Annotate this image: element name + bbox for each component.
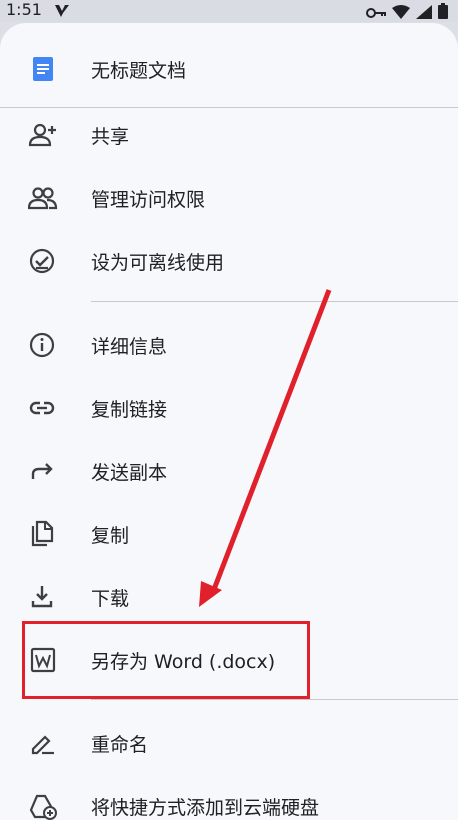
download-icon (28, 583, 58, 611)
copy-icon (28, 520, 58, 548)
menu-item-make-offline[interactable]: 设为可离线使用 (0, 233, 458, 289)
signal-icon (416, 4, 432, 23)
menu-item-share[interactable]: 共享 (0, 107, 458, 163)
drive-add-icon (28, 792, 58, 820)
notification-icon (54, 3, 70, 22)
divider (91, 699, 458, 700)
menu-label: 管理访问权限 (91, 189, 206, 211)
status-icons (366, 3, 448, 23)
wifi-icon (392, 4, 410, 23)
menu-item-details[interactable]: 详细信息 (0, 317, 458, 373)
menu-label: 复制链接 (91, 399, 168, 421)
document-header: 无标题文档 (0, 23, 458, 107)
menu-item-download[interactable]: 下载 (0, 569, 458, 625)
menu-item-manage-access[interactable]: 管理访问权限 (0, 170, 458, 226)
document-title: 无标题文档 (91, 60, 187, 82)
info-icon (28, 331, 58, 359)
menu-item-make-copy[interactable]: 复制 (0, 506, 458, 562)
menu-item-send-copy[interactable]: 发送副本 (0, 443, 458, 499)
person-add-icon (28, 121, 58, 149)
divider (91, 301, 458, 302)
status-time: 1:51 (6, 0, 42, 19)
link-icon (28, 394, 58, 422)
menu-item-copy-link[interactable]: 复制链接 (0, 380, 458, 436)
people-icon (27, 184, 58, 212)
bottom-sheet-menu: 无标题文档 共享 管理访问权限 设为可离线使用 详细信息 复制链接 发送副本 复… (0, 23, 458, 820)
forward-arrow-icon (28, 457, 58, 485)
menu-label: 下载 (91, 588, 130, 610)
menu-label: 详细信息 (91, 336, 168, 358)
docs-file-icon (33, 57, 53, 81)
pencil-icon (28, 729, 58, 757)
status-bar: 1:51 (0, 0, 458, 22)
highlight-box (22, 621, 310, 699)
battery-icon (438, 3, 448, 23)
menu-label: 设为可离线使用 (91, 252, 225, 274)
offline-check-icon (28, 247, 58, 275)
menu-label: 将快捷方式添加到云端硬盘 (91, 797, 320, 819)
vpn-key-icon (366, 4, 386, 23)
menu-label: 重命名 (91, 734, 149, 756)
menu-label: 发送副本 (91, 462, 168, 484)
menu-item-rename[interactable]: 重命名 (0, 715, 458, 771)
menu-label: 共享 (91, 126, 130, 148)
menu-item-add-shortcut-drive[interactable]: 将快捷方式添加到云端硬盘 (0, 778, 458, 820)
menu-label: 复制 (91, 525, 130, 547)
